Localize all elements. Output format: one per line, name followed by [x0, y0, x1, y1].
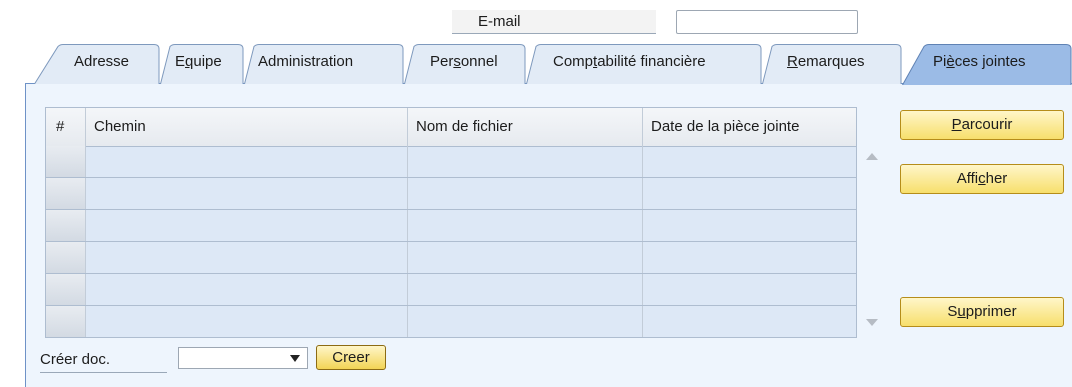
row-selector[interactable]: [46, 274, 86, 305]
cell-date[interactable]: [643, 306, 856, 337]
tab-equipe[interactable]: Equipe: [160, 44, 244, 84]
tab-label-equipe: Equipe: [175, 53, 222, 70]
cell-nom-fichier[interactable]: [408, 178, 643, 209]
cell-chemin[interactable]: [86, 274, 408, 305]
column-header-date[interactable]: Date de la pièce jointe: [643, 108, 856, 146]
row-selector[interactable]: [46, 306, 86, 337]
browse-button[interactable]: Parcourir: [900, 110, 1064, 140]
cell-date[interactable]: [643, 274, 856, 305]
email-label-text: E-mail: [478, 13, 521, 30]
delete-button[interactable]: Supprimer: [900, 297, 1064, 327]
tab-adresse[interactable]: Adresse: [34, 44, 160, 84]
cell-chemin[interactable]: [86, 306, 408, 337]
table-row[interactable]: [46, 242, 856, 274]
cell-chemin[interactable]: [86, 210, 408, 241]
tab-label-administration: Administration: [258, 53, 354, 70]
create-button[interactable]: Creer: [316, 345, 386, 370]
column-header-number[interactable]: #: [46, 108, 86, 146]
row-selector[interactable]: [46, 210, 86, 241]
cell-nom-fichier[interactable]: [408, 306, 643, 337]
cell-nom-fichier[interactable]: [408, 210, 643, 241]
tab-label-remarques: Remarques: [787, 53, 865, 70]
cell-date[interactable]: [643, 178, 856, 209]
table-scrollbar[interactable]: [858, 145, 886, 338]
row-selector[interactable]: [46, 146, 86, 177]
tab-label-adresse: Adresse: [74, 53, 130, 70]
tab-label-comptabilite: Comptabilité financière: [553, 53, 706, 70]
cell-nom-fichier[interactable]: [408, 274, 643, 305]
column-header-chemin[interactable]: Chemin: [86, 108, 408, 146]
cell-nom-fichier[interactable]: [408, 146, 643, 177]
cell-chemin[interactable]: [86, 178, 408, 209]
table-row[interactable]: [46, 210, 856, 242]
email-input[interactable]: [676, 10, 858, 34]
cell-chemin[interactable]: [86, 146, 408, 177]
table-row[interactable]: [46, 178, 856, 210]
cell-date[interactable]: [643, 242, 856, 273]
row-selector[interactable]: [46, 242, 86, 273]
chevron-down-icon[interactable]: [290, 355, 300, 362]
table-row[interactable]: [46, 146, 856, 178]
create-doc-select[interactable]: [178, 347, 308, 369]
table-row[interactable]: [46, 306, 856, 337]
tab-comptabilite-financiere[interactable]: Comptabilité financière: [526, 44, 762, 84]
cell-nom-fichier[interactable]: [408, 242, 643, 273]
cell-date[interactable]: [643, 210, 856, 241]
row-selector[interactable]: [46, 178, 86, 209]
table-header: # Chemin Nom de fichier Date de la pièce…: [46, 108, 856, 147]
cell-chemin[interactable]: [86, 242, 408, 273]
column-header-nom-fichier[interactable]: Nom de fichier: [408, 108, 643, 146]
email-label: E-mail: [452, 10, 656, 34]
cell-date[interactable]: [643, 146, 856, 177]
attachments-table[interactable]: # Chemin Nom de fichier Date de la pièce…: [45, 107, 857, 338]
create-doc-label: Créer doc.: [40, 345, 167, 373]
tab-remarques[interactable]: Remarques: [762, 44, 902, 84]
tab-label-personnel: Personnel: [430, 53, 498, 70]
display-button[interactable]: Afficher: [900, 164, 1064, 194]
scroll-down-icon[interactable]: [866, 319, 878, 326]
table-row[interactable]: [46, 274, 856, 306]
tab-personnel[interactable]: Personnel: [404, 44, 526, 84]
tab-administration[interactable]: Administration: [244, 44, 404, 84]
tab-pieces-jointes[interactable]: Pièces jointes: [902, 44, 1072, 85]
tab-label-pieces-jointes: Pièces jointes: [933, 53, 1026, 70]
scroll-up-icon[interactable]: [866, 153, 878, 160]
